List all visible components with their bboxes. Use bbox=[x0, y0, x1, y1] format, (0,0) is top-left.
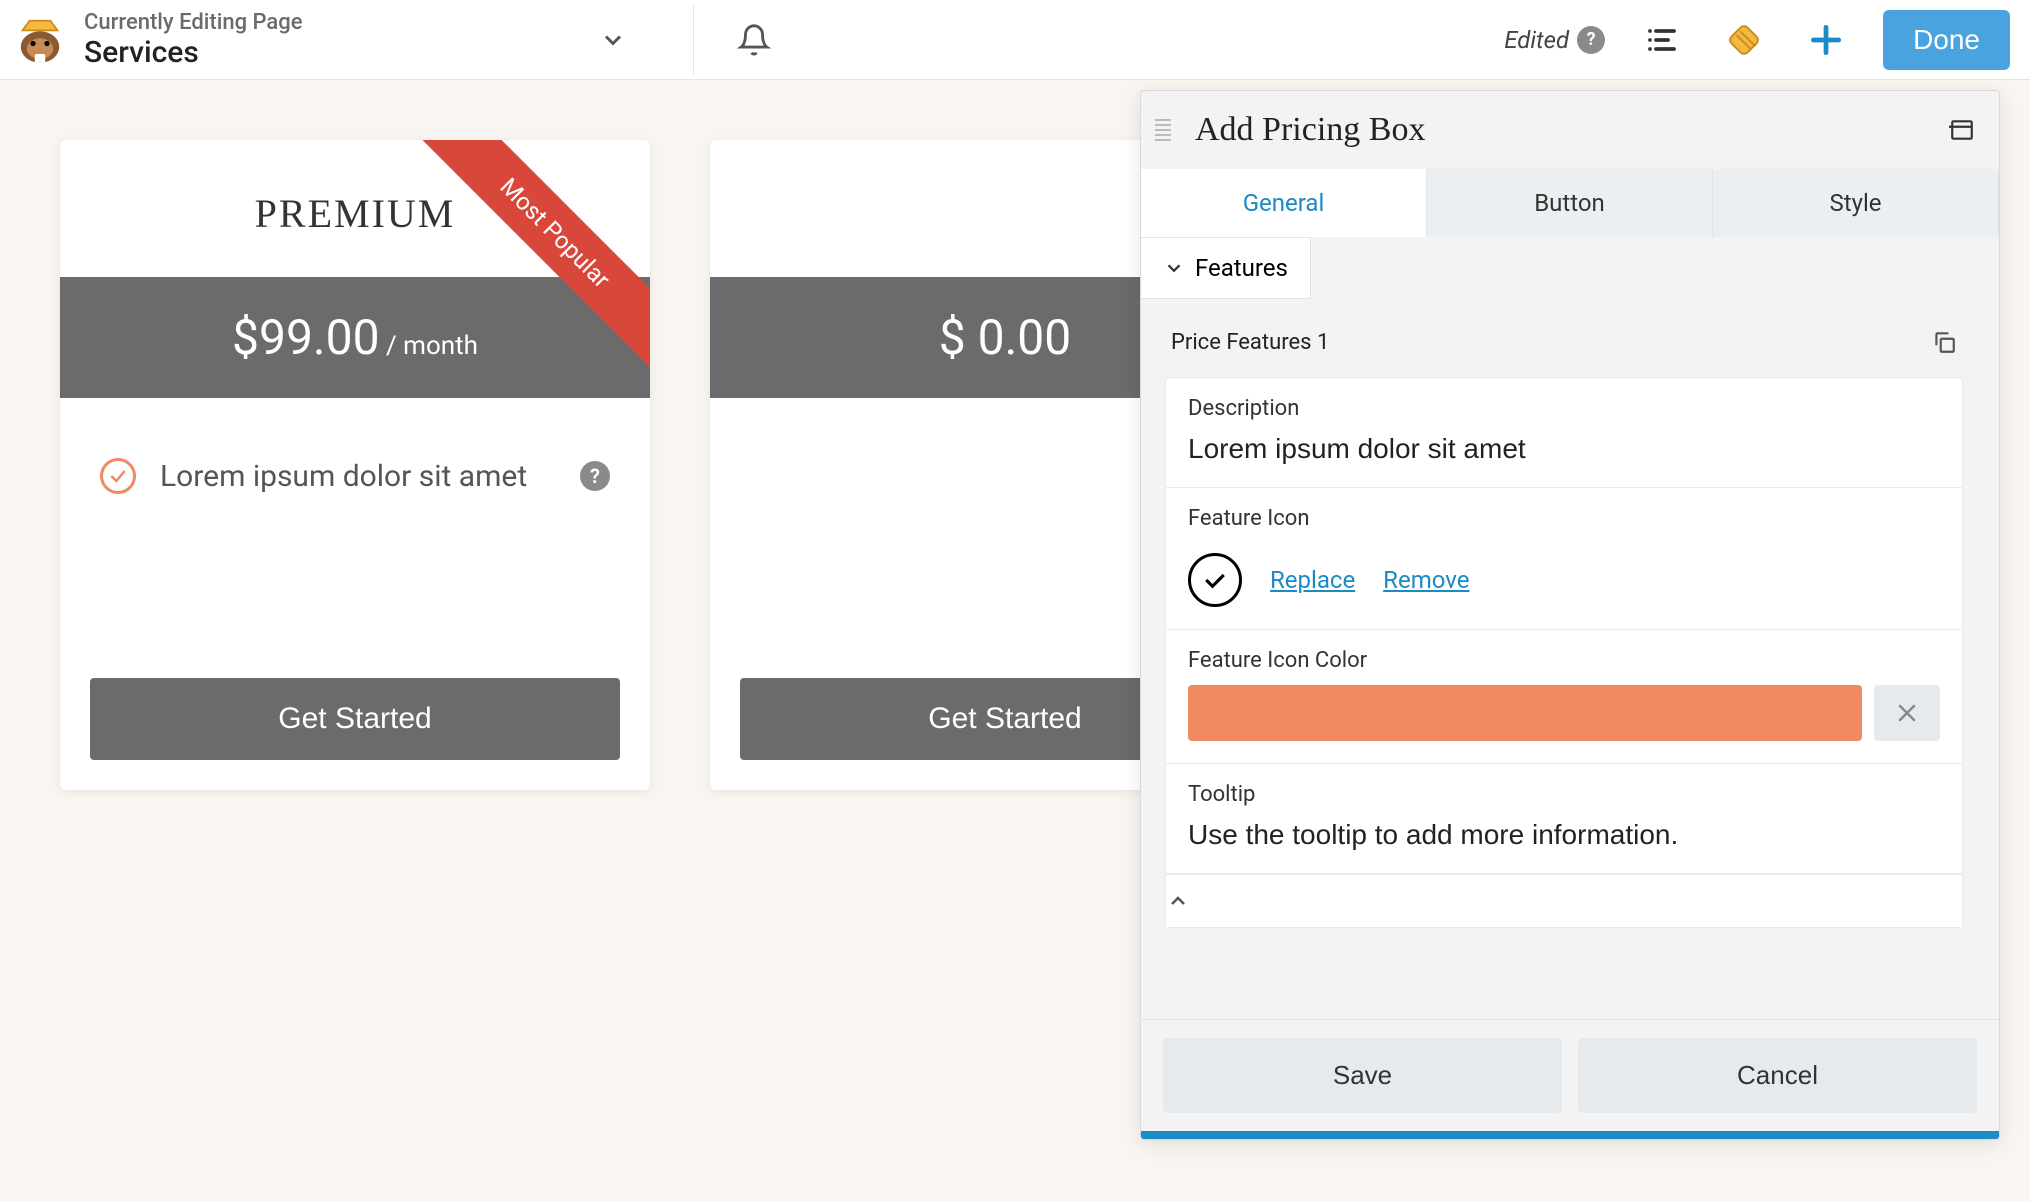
edited-help-icon[interactable]: ? bbox=[1577, 26, 1605, 54]
clear-color-icon[interactable] bbox=[1874, 685, 1940, 741]
tab-style[interactable]: Style bbox=[1713, 169, 1999, 237]
field-description: Description bbox=[1166, 378, 1962, 488]
accordion-label: Features bbox=[1195, 254, 1288, 282]
icon-color-label: Feature Icon Color bbox=[1188, 648, 1940, 673]
price-amount: $99.00 bbox=[232, 309, 380, 366]
add-module-icon[interactable] bbox=[1801, 15, 1851, 65]
panel-footer: Save Cancel bbox=[1141, 1019, 1999, 1131]
topbar-divider bbox=[693, 5, 694, 75]
panel-header[interactable]: Add Pricing Box bbox=[1141, 91, 1999, 169]
check-circle-icon bbox=[100, 458, 136, 494]
description-label: Description bbox=[1188, 396, 1940, 421]
drag-handle-icon[interactable] bbox=[1155, 119, 1171, 141]
panel-title: Add Pricing Box bbox=[1195, 111, 1949, 149]
topbar-left: Currently Editing Page Services bbox=[0, 5, 784, 75]
outline-icon[interactable] bbox=[1637, 15, 1687, 65]
color-swatch[interactable] bbox=[1188, 685, 1862, 741]
cancel-button[interactable]: Cancel bbox=[1578, 1038, 1977, 1113]
section-title: Price Features 1 bbox=[1171, 330, 1329, 355]
accordion-features[interactable]: Features bbox=[1141, 237, 1311, 299]
page-title: Services bbox=[84, 35, 303, 70]
topbar-right: Edited ? Done bbox=[1504, 10, 2030, 70]
page-status-label: Currently Editing Page bbox=[84, 10, 303, 35]
get-started-button[interactable]: Get Started bbox=[90, 678, 620, 760]
field-tooltip: Tooltip bbox=[1166, 764, 1962, 874]
tab-button[interactable]: Button bbox=[1427, 169, 1713, 237]
feature-icon-label: Feature Icon bbox=[1188, 506, 1940, 531]
section-header: Price Features 1 bbox=[1165, 319, 1963, 365]
duplicate-icon[interactable] bbox=[1931, 329, 1957, 355]
done-button[interactable]: Done bbox=[1883, 10, 2010, 70]
feature-tooltip-icon[interactable]: ? bbox=[580, 461, 610, 491]
tooltip-label: Tooltip bbox=[1188, 782, 1940, 807]
tab-bar: General Button Style bbox=[1141, 169, 1999, 237]
remove-icon-link[interactable]: Remove bbox=[1383, 566, 1469, 594]
beaver-logo-icon[interactable] bbox=[10, 10, 70, 70]
collapse-section[interactable] bbox=[1166, 874, 1962, 927]
page-meta: Currently Editing Page Services bbox=[84, 10, 303, 70]
feature-text: Lorem ipsum dolor sit amet bbox=[160, 459, 556, 494]
pricing-card-premium[interactable]: Most Popular PREMIUM $99.00 / month Lore… bbox=[60, 140, 650, 790]
most-popular-ribbon: Most Popular bbox=[390, 140, 650, 400]
tooltip-input[interactable] bbox=[1188, 819, 1940, 851]
chevron-up-icon bbox=[1166, 889, 1190, 913]
feature-row: Lorem ipsum dolor sit amet ? bbox=[60, 398, 650, 494]
description-input[interactable] bbox=[1188, 433, 1940, 465]
history-icon[interactable] bbox=[1719, 15, 1769, 65]
replace-icon-link[interactable]: Replace bbox=[1270, 566, 1355, 594]
panel-scroll[interactable]: Price Features 1 Description Feature Ico… bbox=[1141, 299, 1999, 1019]
page-selector-chevron[interactable] bbox=[583, 10, 643, 70]
panel-progress bbox=[1141, 1131, 1999, 1139]
expand-panel-icon[interactable] bbox=[1949, 117, 1975, 143]
field-feature-icon: Feature Icon Replace Remove bbox=[1166, 488, 1962, 630]
notifications-icon[interactable] bbox=[724, 10, 784, 70]
field-icon-color: Feature Icon Color bbox=[1166, 630, 1962, 764]
topbar: Currently Editing Page Services Edited ? bbox=[0, 0, 2030, 80]
feature-icon-preview bbox=[1188, 553, 1242, 607]
save-button[interactable]: Save bbox=[1163, 1038, 1562, 1113]
edited-label: Edited bbox=[1504, 26, 1569, 54]
price-amount: $ 0.00 bbox=[939, 309, 1071, 366]
settings-panel: Add Pricing Box General Button Style Fea… bbox=[1140, 90, 2000, 1140]
chevron-down-icon bbox=[1163, 257, 1185, 279]
feature-fields: Description Feature Icon Replace Remove … bbox=[1165, 377, 1963, 928]
edited-indicator: Edited ? bbox=[1504, 26, 1605, 54]
ribbon-label: Most Popular bbox=[401, 140, 650, 387]
tab-general[interactable]: General bbox=[1141, 169, 1427, 237]
